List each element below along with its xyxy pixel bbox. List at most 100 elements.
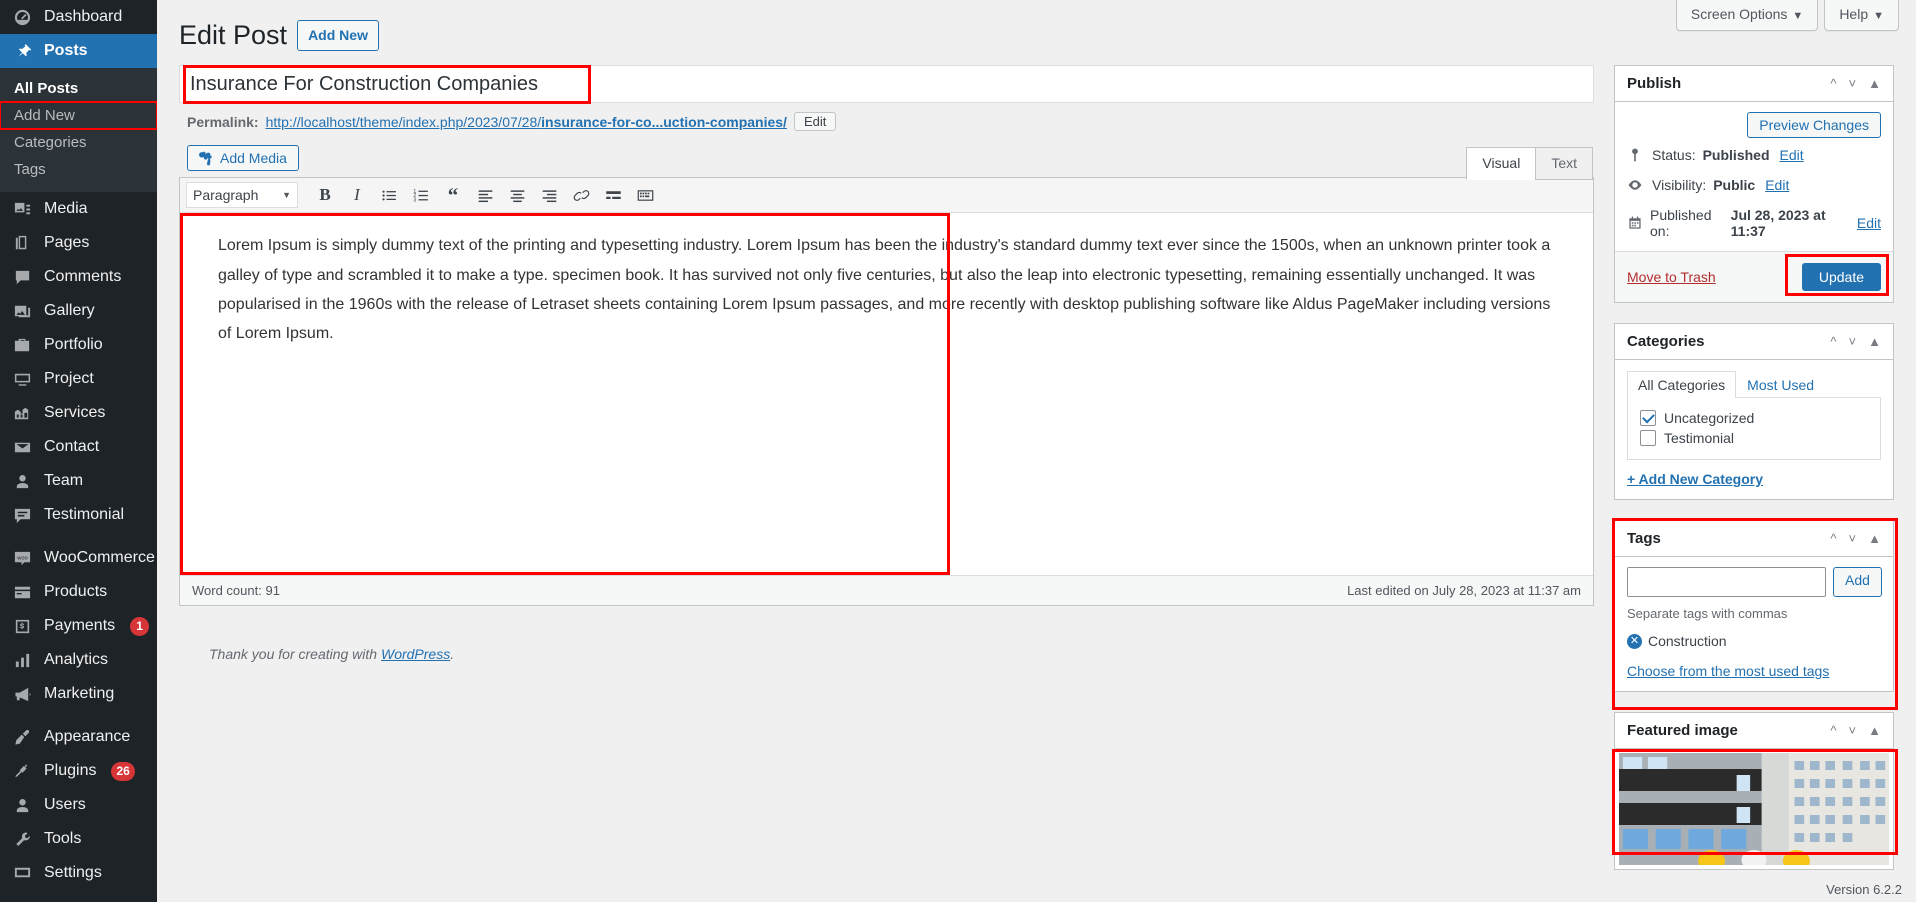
align-right-icon[interactable] bbox=[534, 182, 564, 208]
move-up-icon[interactable]: ^ bbox=[1830, 335, 1836, 348]
sidebar-item-label: Comments bbox=[44, 268, 122, 285]
category-label: Testimonial bbox=[1664, 430, 1735, 447]
sidebar-item-products[interactable]: Products bbox=[0, 575, 157, 609]
permalink-edit-button[interactable]: Edit bbox=[793, 112, 837, 132]
screen-meta-links: Screen Options ▼ Help ▼ bbox=[1675, 0, 1899, 31]
blockquote-icon[interactable]: “ bbox=[438, 182, 468, 208]
read-more-icon[interactable] bbox=[598, 182, 628, 208]
toggle-panel-icon[interactable]: ▲ bbox=[1868, 532, 1881, 545]
move-up-icon[interactable]: ^ bbox=[1830, 532, 1836, 545]
toggle-panel-icon[interactable]: ▲ bbox=[1868, 335, 1881, 348]
move-up-icon[interactable]: ^ bbox=[1830, 724, 1836, 737]
visibility-label: Visibility: bbox=[1652, 177, 1707, 194]
visibility-edit-link[interactable]: Edit bbox=[1765, 177, 1789, 193]
published-edit-link[interactable]: Edit bbox=[1857, 215, 1881, 231]
category-item-uncategorized[interactable]: Uncategorized bbox=[1640, 408, 1868, 428]
chevron-down-icon: ▼ bbox=[282, 190, 291, 201]
category-item-testimonial[interactable]: Testimonial bbox=[1640, 428, 1868, 448]
sidebar-item-posts[interactable]: Posts bbox=[0, 34, 157, 68]
align-center-icon[interactable] bbox=[502, 182, 532, 208]
post-body-content: Permalink: http://localhost/theme/index.… bbox=[179, 65, 1594, 662]
visibility-value: Public bbox=[1713, 177, 1756, 194]
align-left-icon[interactable] bbox=[470, 182, 500, 208]
numbered-list-icon[interactable]: 123 bbox=[406, 182, 436, 208]
tab-all-categories[interactable]: All Categories bbox=[1627, 371, 1737, 399]
paragraph-format-select[interactable]: Paragraph ▼ bbox=[186, 182, 298, 209]
sidebar-item-pages[interactable]: Pages bbox=[0, 226, 157, 260]
sidebar-item-tools[interactable]: Tools bbox=[0, 822, 157, 856]
status-edit-link[interactable]: Edit bbox=[1780, 147, 1804, 163]
publish-metabox: Publish ^ ˅ ▲ Preview Changes Status: Pu… bbox=[1614, 65, 1894, 304]
thank-you-suffix: . bbox=[450, 646, 455, 663]
tools-icon bbox=[12, 829, 33, 850]
submenu-item-categories[interactable]: Categories bbox=[0, 129, 157, 156]
sidebar-item-team[interactable]: Team bbox=[0, 464, 157, 498]
add-tag-button[interactable]: Add bbox=[1833, 567, 1882, 598]
screen-options-tab[interactable]: Screen Options ▼ bbox=[1675, 0, 1819, 31]
editor-content-area[interactable]: Lorem Ipsum is simply dummy text of the … bbox=[180, 213, 1593, 576]
tab-visual[interactable]: Visual bbox=[1466, 147, 1537, 181]
submenu-item-add-new[interactable]: Add New bbox=[0, 101, 157, 130]
checkbox-uncategorized[interactable] bbox=[1640, 410, 1656, 427]
toggle-panel-icon[interactable]: ▲ bbox=[1868, 724, 1881, 737]
checkbox-testimonial[interactable] bbox=[1640, 430, 1656, 447]
sidebar-item-testimonial[interactable]: Testimonial bbox=[0, 498, 157, 532]
move-down-icon[interactable]: ˅ bbox=[1849, 724, 1857, 737]
sidebar-item-woocommerce[interactable]: woo WooCommerce bbox=[0, 541, 157, 575]
submenu-item-tags[interactable]: Tags bbox=[0, 156, 157, 183]
sidebar-item-gallery[interactable]: Gallery bbox=[0, 294, 157, 328]
move-down-icon[interactable]: ˅ bbox=[1849, 335, 1857, 348]
tab-most-used[interactable]: Most Used bbox=[1736, 371, 1825, 398]
sidebar-item-plugins[interactable]: Plugins 26 bbox=[0, 754, 157, 788]
preview-changes-button[interactable]: Preview Changes bbox=[1747, 112, 1881, 139]
toggle-panel-icon[interactable]: ▲ bbox=[1868, 77, 1881, 90]
link-icon[interactable] bbox=[566, 182, 596, 208]
sidebar-item-portfolio[interactable]: Portfolio bbox=[0, 328, 157, 362]
sidebar-item-payments[interactable]: Payments 1 bbox=[0, 609, 157, 643]
publish-minor-actions: Preview Changes bbox=[1615, 102, 1893, 140]
remove-tag-icon[interactable]: ✕ bbox=[1627, 633, 1642, 649]
editor-mode-tabs: Visual Text bbox=[1466, 147, 1593, 210]
move-up-icon[interactable]: ^ bbox=[1830, 77, 1836, 90]
sidebar-item-services[interactable]: Services bbox=[0, 396, 157, 430]
submenu-item-all-posts[interactable]: All Posts bbox=[0, 75, 157, 102]
update-button[interactable]: Update bbox=[1801, 263, 1881, 292]
help-tab[interactable]: Help ▼ bbox=[1824, 0, 1899, 31]
bold-icon[interactable]: B bbox=[310, 182, 340, 208]
sidebar-item-contact[interactable]: Contact bbox=[0, 430, 157, 464]
move-to-trash-link[interactable]: Move to Trash bbox=[1627, 269, 1716, 285]
most-used-tags-link[interactable]: Choose from the most used tags bbox=[1627, 663, 1881, 679]
featured-image-inside bbox=[1615, 749, 1893, 869]
new-tag-input[interactable] bbox=[1627, 567, 1826, 598]
wordpress-link[interactable]: WordPress bbox=[381, 646, 450, 662]
toolbar-toggle-icon[interactable] bbox=[630, 182, 660, 208]
sidebar-item-appearance[interactable]: Appearance bbox=[0, 720, 157, 754]
featured-image-thumbnail[interactable] bbox=[1619, 753, 1889, 866]
sidebar-item-label: Services bbox=[44, 404, 106, 421]
appearance-icon bbox=[12, 727, 33, 748]
add-new-category-link[interactable]: + Add New Category bbox=[1627, 471, 1881, 487]
sidebar-item-media[interactable]: Media bbox=[0, 192, 157, 226]
sidebar-item-users[interactable]: Users bbox=[0, 788, 157, 822]
post-title-input[interactable] bbox=[179, 65, 1594, 104]
bulleted-list-icon[interactable] bbox=[374, 182, 404, 208]
categories-handle-actions: ^ ˅ ▲ bbox=[1830, 335, 1881, 348]
sidebar-item-label: Users bbox=[44, 796, 86, 813]
sidebar-item-settings[interactable]: Settings bbox=[0, 856, 157, 890]
sidebar-item-comments[interactable]: Comments bbox=[0, 260, 157, 294]
italic-icon[interactable]: I bbox=[342, 182, 372, 208]
sidebar-item-label: Portfolio bbox=[44, 336, 103, 353]
add-media-button[interactable]: Add Media bbox=[187, 145, 299, 172]
sidebar-item-project[interactable]: Project bbox=[0, 362, 157, 396]
sidebar-item-dashboard[interactable]: Dashboard bbox=[0, 0, 157, 34]
add-new-button[interactable]: Add New bbox=[297, 20, 379, 51]
payments-icon bbox=[12, 616, 33, 637]
permalink-link[interactable]: http://localhost/theme/index.php/2023/07… bbox=[266, 114, 787, 130]
preview-row: Preview Changes bbox=[1627, 112, 1881, 139]
sidebar-item-marketing[interactable]: Marketing bbox=[0, 677, 157, 711]
move-down-icon[interactable]: ˅ bbox=[1849, 77, 1857, 90]
move-down-icon[interactable]: ˅ bbox=[1849, 532, 1857, 545]
editor-toolbar: Paragraph ▼ B I 123 “ bbox=[180, 178, 1593, 214]
sidebar-item-analytics[interactable]: Analytics bbox=[0, 643, 157, 677]
tab-text[interactable]: Text bbox=[1535, 147, 1593, 181]
